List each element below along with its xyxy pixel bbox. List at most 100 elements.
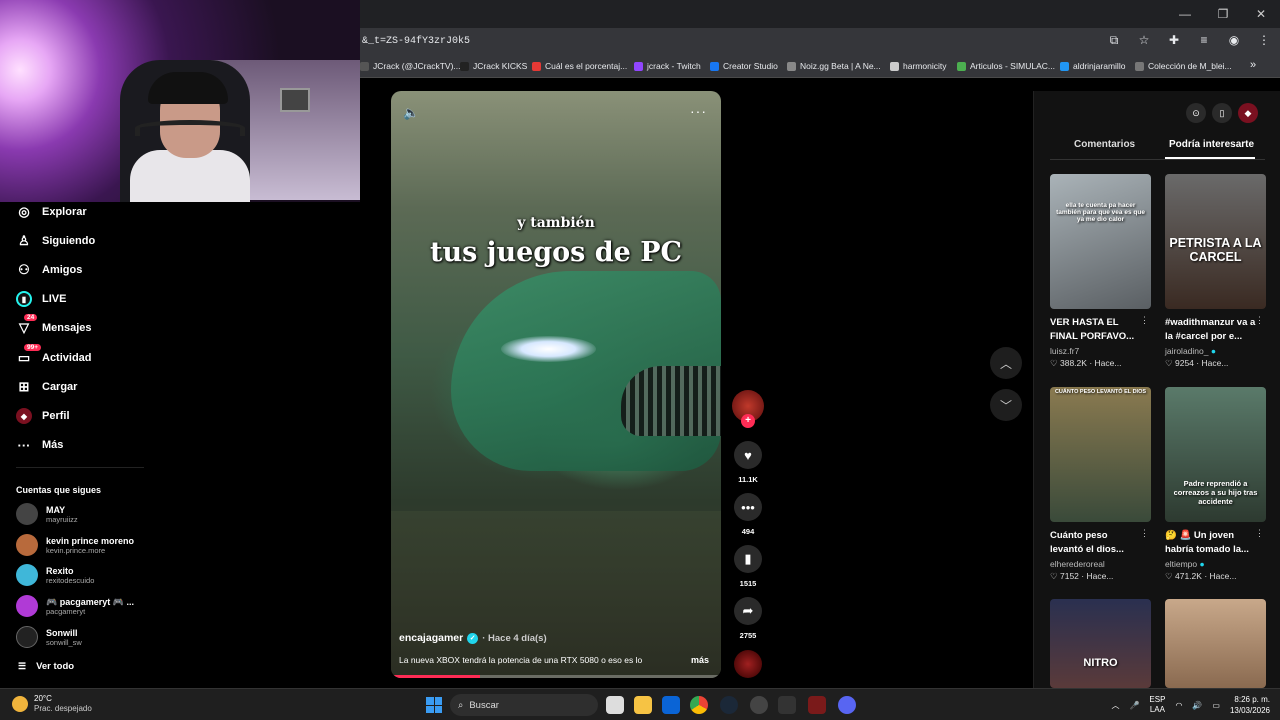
discord-icon[interactable] [838, 696, 856, 714]
bookmark-item[interactable]: JCrack KICKS [460, 61, 527, 71]
weather-widget[interactable]: 20°C Prac. despejado [12, 694, 92, 714]
outlook-icon[interactable] [662, 696, 680, 714]
see-all-link[interactable]: ☰ Ver todo [18, 661, 74, 672]
minimize-icon[interactable]: — [1166, 0, 1204, 28]
bookmark-star-icon[interactable]: ☆ [1136, 33, 1152, 48]
microphone-icon[interactable]: 🎤 [1129, 701, 1139, 710]
taskbar-search[interactable]: ⌕ Buscar [450, 694, 598, 716]
bookmark-item[interactable]: jcrack - Twitch [634, 61, 701, 71]
volume-icon[interactable]: 🔊 [1192, 701, 1202, 710]
wifi-icon[interactable]: ◠ [1175, 701, 1182, 710]
video-author[interactable]: encajagamer ✓ · Hace 4 día(s) [399, 632, 547, 644]
followed-account[interactable]: Rexito rexitodescuido [16, 564, 94, 586]
share-action[interactable]: ➦ 2755 [730, 597, 766, 640]
app-icon[interactable] [750, 696, 768, 714]
more-button[interactable]: más [691, 655, 709, 665]
followed-account[interactable]: kevin prince moreno kevin.prince.more [16, 534, 134, 556]
followed-account[interactable]: 🎮 pacgameryt 🎮 ... pacgameryt [16, 595, 134, 617]
video-player[interactable]: y también tus juegos de PC 🔈 ··· encajag… [391, 91, 721, 678]
bookmark-item[interactable]: Cuál es el porcentaj... [532, 61, 627, 71]
bookmark-item[interactable]: Noiz.gg Beta | A Ne... [787, 61, 881, 71]
pip-icon[interactable]: ⊙ [1186, 103, 1206, 123]
clock[interactable]: 8:26 p. m. 13/03/2026 [1230, 694, 1270, 716]
profile-avatar-icon[interactable]: ◉ [1226, 33, 1242, 48]
heart-icon[interactable]: ♥ [734, 441, 762, 469]
comment-icon[interactable]: ••• [734, 493, 762, 521]
sidebar-item-mensajes[interactable]: ▽ 24 Mensajes [16, 314, 92, 336]
chrome-icon[interactable] [690, 696, 708, 714]
comment-action[interactable]: ••• 494 [730, 493, 766, 536]
windows-start-icon[interactable] [426, 697, 442, 713]
card-author[interactable]: elherederoreal [1050, 559, 1151, 569]
like-action[interactable]: ♥ 11.1K [730, 441, 766, 484]
save-action[interactable]: ▮ 1515 [730, 545, 766, 588]
sound-icon[interactable]: 🔈 [403, 105, 419, 121]
bookmark-icon[interactable]: ▮ [734, 545, 762, 573]
bookmark-item[interactable]: harmonicity [890, 61, 946, 71]
sidebar-item-cargar[interactable]: ⊞ Cargar [16, 379, 78, 395]
card-more-icon[interactable]: ⋮ [1255, 528, 1264, 539]
followed-account[interactable]: Sonwill sonwill_sw [16, 626, 82, 648]
recommended-card[interactable] [1165, 599, 1266, 688]
sidebar-item-perfil[interactable]: ◆ Perfil [16, 408, 70, 424]
tab-recommended[interactable]: Podría interesarte [1169, 139, 1254, 150]
file-explorer-icon[interactable] [634, 696, 652, 714]
followed-account[interactable]: MAY mayruiizz [16, 503, 78, 525]
card-thumbnail[interactable]: CUÁNTO PESO LEVANTÓ EL DIOS [1050, 387, 1151, 522]
task-view-icon[interactable] [606, 696, 624, 714]
card-thumbnail[interactable]: PETRISTA A LA CARCEL [1165, 174, 1266, 309]
music-disc-icon[interactable] [734, 650, 762, 678]
follow-plus-icon[interactable]: + [741, 414, 755, 428]
sidebar-item-amigos[interactable]: ⚇ Amigos [16, 262, 82, 278]
sidebar-item-mas[interactable]: ··· Más [16, 437, 64, 453]
author-name[interactable]: encajagamer [399, 632, 463, 644]
url-text[interactable]: &_t=ZS-94fY3zrJ0k5 [362, 36, 470, 47]
card-more-icon[interactable]: ⋮ [1255, 315, 1264, 326]
bookmark-item[interactable]: Colección de M_blei... [1135, 61, 1232, 71]
card-more-icon[interactable]: ⋮ [1140, 315, 1149, 326]
bookmark-item[interactable]: JCrack (@JCrackTV)... [360, 61, 461, 71]
recommended-card[interactable]: Padre reprendió a correazos a su hijo tr… [1165, 387, 1266, 582]
close-icon[interactable]: ✕ [1242, 0, 1280, 28]
next-video-button[interactable]: ﹀ [990, 389, 1022, 421]
card-author-row[interactable]: jairoladino_ ● [1165, 346, 1266, 356]
sidebar-item-live[interactable]: ▮ LIVE [16, 291, 66, 307]
card-thumbnail[interactable]: NITRO [1050, 599, 1151, 688]
device-icon[interactable]: ▯ [1212, 103, 1232, 123]
card-thumbnail[interactable] [1165, 599, 1266, 688]
extensions-icon[interactable]: ✚ [1166, 33, 1182, 48]
bookmark-item[interactable]: aldrinjaramillo [1060, 61, 1125, 71]
share-icon[interactable]: ➦ [734, 597, 762, 625]
menu-icon[interactable]: ⋮ [1256, 33, 1272, 48]
steam-icon[interactable] [720, 696, 738, 714]
card-thumbnail[interactable]: Padre reprendió a correazos a su hijo tr… [1165, 387, 1266, 522]
tray-chevron-icon[interactable]: ︿ [1111, 700, 1119, 711]
tab-comments[interactable]: Comentarios [1074, 139, 1135, 150]
recommended-card[interactable]: CUÁNTO PESO LEVANTÓ EL DIOS ⋮ Cuánto pes… [1050, 387, 1151, 582]
sidebar-item-siguiendo[interactable]: ♙ Siguiendo [16, 233, 95, 249]
bookmark-item[interactable]: Creator Studio [710, 61, 778, 71]
restore-icon[interactable]: ❐ [1204, 0, 1242, 28]
video-progress-bar[interactable] [391, 675, 721, 678]
sidebar-item-explorar[interactable]: ◎ Explorar [16, 204, 86, 220]
card-more-icon[interactable]: ⋮ [1140, 528, 1149, 539]
bookmark-item[interactable]: Articulos - SIMULAC... [957, 61, 1055, 71]
language-indicator[interactable]: ESP LAA [1149, 695, 1165, 715]
card-author[interactable]: luisz.fr7 [1050, 346, 1151, 356]
more-options-icon[interactable]: ··· [690, 103, 707, 119]
nvidia-icon[interactable] [778, 696, 796, 714]
card-author[interactable]: jairoladino_ [1165, 346, 1208, 356]
battery-icon[interactable]: ▭ [1212, 701, 1220, 710]
profile-badge-icon[interactable]: ◆ [1238, 103, 1258, 123]
sidebar-item-actividad[interactable]: ▭ 99+ Actividad [16, 344, 92, 366]
card-thumbnail[interactable]: ella te cuenta pa hacer también para que… [1050, 174, 1151, 309]
card-author[interactable]: eltiempo [1165, 559, 1197, 569]
recommended-card[interactable]: ella te cuenta pa hacer también para que… [1050, 174, 1151, 369]
card-author-row[interactable]: eltiempo ● [1165, 559, 1266, 569]
obs-icon[interactable] [808, 696, 826, 714]
previous-video-button[interactable]: ︿ [990, 347, 1022, 379]
recommended-card[interactable]: PETRISTA A LA CARCEL ⋮ #wadithmanzur va … [1165, 174, 1266, 369]
media-icon[interactable]: ≡ [1196, 33, 1212, 48]
cast-icon[interactable]: ⧉ [1106, 33, 1122, 48]
bookmarks-overflow-button[interactable]: » [1250, 59, 1256, 71]
